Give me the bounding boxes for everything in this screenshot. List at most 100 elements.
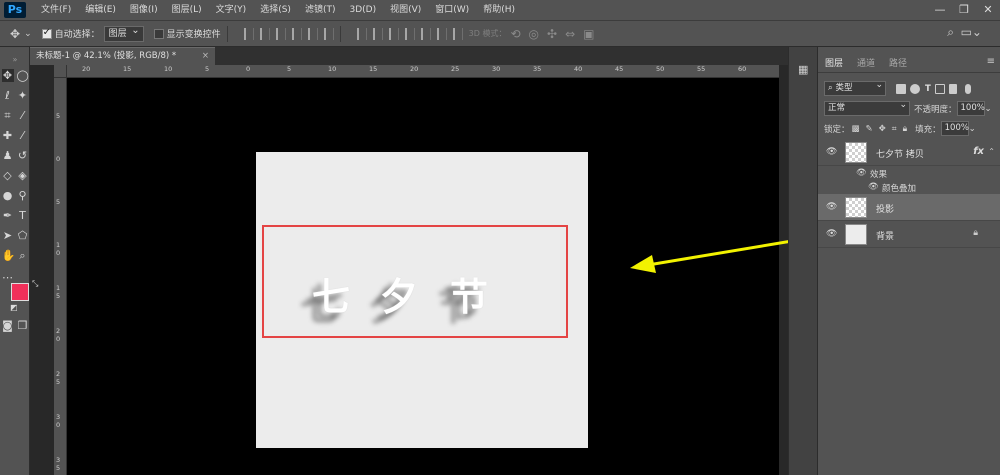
zoom-tool-icon[interactable]: ⌕ — [17, 249, 29, 263]
crop-tool-icon[interactable]: ⌗ — [2, 109, 14, 123]
properties-panel-icon[interactable]: ▦ — [798, 63, 808, 76]
effect-color-overlay-label[interactable]: 颜色叠加 — [882, 182, 916, 194]
eyedropper-icon[interactable]: ⁄ — [17, 109, 29, 123]
tab-channels[interactable]: 通道 — [850, 55, 882, 72]
menu-item[interactable]: 滤镜(T) — [298, 0, 343, 20]
lock-pixels-icon[interactable]: ✎ — [866, 124, 873, 134]
blur-tool-icon[interactable]: ● — [2, 189, 14, 202]
healing-brush-icon[interactable]: ✚ — [2, 129, 14, 142]
visibility-eye-icon[interactable]: 👁︎ — [826, 229, 837, 239]
chevron-down-icon[interactable]: ⌄ — [969, 124, 976, 134]
menu-item[interactable]: 视图(V) — [383, 0, 428, 20]
move-tool-icon[interactable]: ✥ — [1, 69, 14, 82]
lock-artboard-icon[interactable]: ⌗ — [892, 124, 897, 134]
align-hcenter-icon[interactable] — [307, 27, 318, 40]
align-left-icon[interactable] — [291, 27, 302, 40]
lock-position-icon[interactable]: ✥ — [879, 124, 886, 134]
align-vcenter-icon[interactable] — [259, 27, 270, 40]
layer-name[interactable]: 投影 — [876, 202, 894, 215]
visibility-eye-icon[interactable]: 👁︎ — [826, 202, 837, 212]
type-tool-icon[interactable]: T — [17, 209, 29, 222]
menu-item[interactable]: 图层(L) — [165, 0, 209, 20]
layer-name[interactable]: 背景 — [876, 229, 894, 242]
paint-bucket-icon[interactable]: ◈ — [17, 169, 29, 182]
visibility-eye-icon[interactable]: 👁︎ — [826, 147, 837, 157]
layer-name[interactable]: 七夕节 拷贝 — [876, 147, 924, 160]
brush-tool-icon[interactable]: ⁄ — [17, 129, 29, 142]
workspace-icon[interactable]: ▭⌄ — [961, 25, 982, 39]
minimize-button[interactable]: — — [928, 0, 952, 20]
auto-align-icon[interactable] — [452, 27, 463, 40]
close-button[interactable]: ✕ — [976, 0, 1000, 20]
tab-paths[interactable]: 路径 — [882, 55, 914, 72]
filter-type-icon[interactable]: T — [925, 84, 931, 94]
history-brush-icon[interactable]: ↺ — [17, 149, 29, 162]
scale-3d-icon[interactable]: ▣ — [583, 27, 594, 41]
filter-shape-icon[interactable] — [934, 83, 945, 94]
rotate-3d-icon[interactable]: ⟲ — [510, 27, 520, 41]
pen-tool-icon[interactable]: ✒ — [2, 209, 14, 222]
layer-row-text-copy[interactable]: 👁︎ 七夕节 拷贝 fx ⌃ — [818, 139, 1000, 166]
menu-item[interactable]: 选择(S) — [253, 0, 298, 20]
menu-item[interactable]: 图像(I) — [123, 0, 165, 20]
opacity-input[interactable]: 100% — [956, 101, 985, 116]
auto-select-target-dropdown[interactable]: 图层 — [103, 24, 144, 42]
shape-tool-icon[interactable]: ⬠ — [17, 229, 29, 242]
distribute-hcenter-icon[interactable] — [420, 27, 431, 40]
menu-item[interactable]: 文字(Y) — [209, 0, 254, 20]
default-colors-icon[interactable]: ◩ — [10, 303, 18, 312]
eraser-tool-icon[interactable]: ◇ — [2, 169, 14, 182]
filter-smart-icon[interactable] — [948, 83, 957, 94]
show-transform-checkbox[interactable] — [153, 28, 164, 39]
visibility-eye-icon[interactable]: 👁︎ — [856, 168, 867, 178]
quick-mask-icon[interactable]: ◙ — [2, 319, 14, 332]
lock-all-icon[interactable]: 🔒︎ — [903, 124, 908, 134]
blend-mode-dropdown[interactable]: 正常 — [824, 99, 910, 116]
distribute-left-icon[interactable] — [404, 27, 415, 40]
move-tool-icon[interactable]: ✥ — [10, 27, 20, 41]
filter-pixel-icon[interactable] — [896, 83, 906, 94]
align-top-icon[interactable] — [243, 27, 254, 40]
menu-item[interactable]: 窗口(W) — [428, 0, 476, 20]
fx-icon[interactable]: fx — [973, 146, 984, 157]
foreground-color-swatch[interactable] — [11, 283, 29, 301]
fill-input[interactable]: 100% — [940, 121, 969, 136]
magic-wand-icon[interactable]: ✦ — [17, 89, 29, 102]
chevron-down-icon[interactable]: ⌄ — [24, 29, 32, 39]
marquee-tool-icon[interactable]: ◯ — [17, 69, 29, 82]
layer-row-background[interactable]: 👁︎ 背景 🔒︎ — [818, 221, 1000, 248]
search-icon[interactable]: ⌕ — [947, 25, 954, 40]
align-bottom-icon[interactable] — [275, 27, 286, 40]
distribute-vcenter-icon[interactable] — [372, 27, 383, 40]
lock-transparency-icon[interactable]: ▩ — [852, 124, 860, 134]
layer-row-shadow[interactable]: 👁︎ 投影 — [818, 194, 1000, 221]
hand-tool-icon[interactable]: ✋ — [2, 249, 16, 263]
chevron-down-icon[interactable]: ⌃ — [988, 147, 995, 156]
menu-item[interactable]: 帮助(H) — [476, 0, 522, 20]
screen-mode-icon[interactable]: ❐ — [17, 319, 29, 332]
menu-item[interactable]: 3D(D) — [342, 0, 383, 20]
roll-3d-icon[interactable]: ◎ — [529, 27, 539, 41]
dodge-tool-icon[interactable]: ⚲ — [17, 189, 29, 202]
filter-toggle-icon[interactable] — [964, 83, 971, 94]
panel-menu-icon[interactable]: ≡ — [987, 56, 995, 67]
menu-item[interactable]: 文件(F) — [34, 0, 78, 20]
layer-filter-dropdown[interactable]: ⌕ 类型 — [824, 79, 886, 96]
lasso-tool-icon[interactable]: ℓ — [2, 89, 14, 102]
clone-stamp-icon[interactable]: ♟ — [2, 149, 14, 162]
tab-layers[interactable]: 图层 — [818, 55, 851, 72]
align-right-icon[interactable] — [323, 27, 334, 40]
drag-3d-icon[interactable]: ✣ — [547, 27, 557, 41]
chevron-down-icon[interactable]: ⌄ — [985, 104, 992, 114]
document-tab[interactable]: 未标题-1 @ 42.1% (投影, RGB/8) * × — [30, 47, 215, 65]
distribute-bottom-icon[interactable] — [388, 27, 399, 40]
path-select-icon[interactable]: ➤ — [2, 229, 14, 242]
auto-select-checkbox[interactable] — [41, 27, 52, 39]
slide-3d-icon[interactable]: ⇔ — [565, 27, 575, 41]
visibility-eye-icon[interactable]: 👁︎ — [868, 182, 879, 192]
swap-colors-icon[interactable]: ⤡ — [32, 279, 38, 289]
distribute-top-icon[interactable] — [356, 27, 367, 40]
close-icon[interactable]: × — [202, 48, 209, 65]
filter-adjustment-icon[interactable] — [910, 83, 920, 94]
toolbar-grip[interactable]: » — [0, 55, 30, 64]
